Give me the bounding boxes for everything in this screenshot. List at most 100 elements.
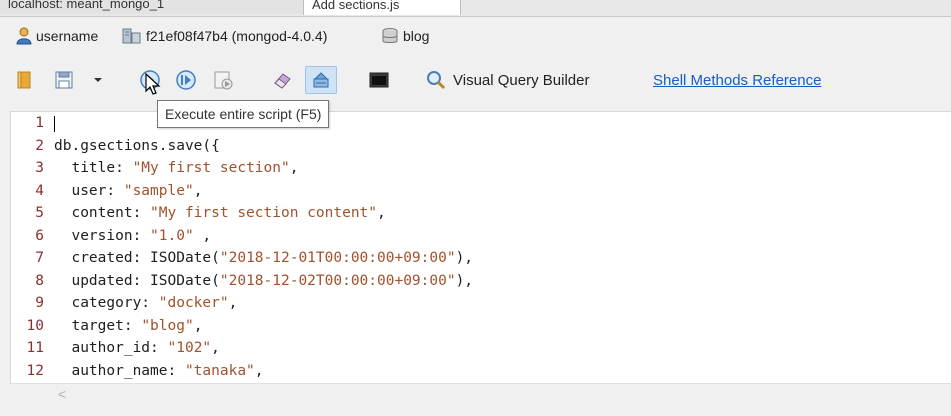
code-key: content: <box>54 205 151 221</box>
code-string: "docker" <box>158 295 229 311</box>
execute-script-tooltip: Execute entire script (F5) <box>157 100 330 128</box>
magnifier-icon <box>427 71 446 90</box>
line-number: 5 <box>35 205 44 221</box>
code-string: "sample" <box>123 182 194 199</box>
mouse-pointer-icon <box>145 73 161 95</box>
line-number: 2 <box>35 137 44 154</box>
code-tail: , <box>193 182 203 199</box>
line-number: 10 <box>26 317 44 334</box>
open-button[interactable] <box>12 66 38 94</box>
code-key: user: <box>54 182 124 199</box>
code-key: updated: ISODate( <box>54 272 220 289</box>
open-folder-icon <box>17 71 31 89</box>
code-line: 7 created: ISODate("2018-12-01T00:00:00+… <box>11 247 951 270</box>
tab-script[interactable]: Add sections.js <box>303 0 461 15</box>
connection-host: f21ef08f47b4 (mongod-4.0.4) <box>122 26 327 46</box>
code-text: title: "My first section", <box>54 157 298 180</box>
code-text: version: "1.0" , <box>54 225 211 248</box>
code-line: 1 <box>11 112 951 135</box>
text-caret <box>54 116 55 132</box>
code-text: updated: ISODate("2018-12-02T00:00:00+09… <box>54 270 473 293</box>
toolbar: Visual Query Builder Shell Methods Refer… <box>0 58 951 102</box>
code-string: "2018-12-01T00:00:00+09:00" <box>219 250 456 266</box>
open-shell-button[interactable] <box>365 66 393 94</box>
code-text: category: "docker", <box>54 292 237 315</box>
code-string: "tanaka" <box>184 362 255 379</box>
code-line: 6 version: "1.0" , <box>11 225 951 248</box>
code-tail: , <box>193 317 203 334</box>
code-tail: , <box>254 362 264 379</box>
execute-current-statement-button[interactable] <box>172 66 200 94</box>
code-line: 12 author_name: "tanaka", <box>11 360 951 383</box>
code-key: title: <box>54 160 133 176</box>
connection-bar: username f21ef08f47b4 (mongod-4.0.4) blo… <box>0 17 951 55</box>
code-string: "1.0" <box>150 227 194 244</box>
code-line: 9 category: "docker", <box>11 292 951 315</box>
tab-connection[interactable]: localhost: meant_mongo_1 <box>0 0 317 14</box>
code-key: version: <box>54 227 151 244</box>
step-through-button[interactable] <box>209 66 237 94</box>
step-icon <box>214 71 233 90</box>
tab-strip: localhost: meant_mongo_1 Add sections.js <box>0 0 951 17</box>
line-number: 12 <box>26 362 44 379</box>
shell-icon <box>369 72 389 88</box>
line-number: 8 <box>35 272 44 289</box>
line-number: 6 <box>35 227 44 244</box>
code-line: 4 user: "sample", <box>11 180 951 203</box>
code-line: 5 content: "My first section content", <box>11 202 951 225</box>
code-tail: , <box>211 340 220 356</box>
scroll-left-arrow-icon[interactable]: < <box>58 386 66 402</box>
line-number: 4 <box>35 182 44 199</box>
visual-query-builder-label: Visual Query Builder <box>453 71 590 89</box>
save-icon <box>55 71 73 89</box>
connection-host-label: f21ef08f47b4 (mongod-4.0.4) <box>146 28 328 44</box>
toggle-results-button[interactable] <box>305 66 337 94</box>
code-key: author_name: <box>54 362 185 379</box>
user-icon <box>16 27 32 45</box>
code-key: category: <box>54 295 159 311</box>
code-key: created: ISODate( <box>54 250 220 266</box>
code-text: author_id: "102", <box>54 337 220 360</box>
code-line: 11 author_id: "102", <box>11 337 951 360</box>
code-key: target: <box>54 317 142 334</box>
code-line: 10 target: "blog", <box>11 315 951 338</box>
line-number: 1 <box>35 115 44 131</box>
code-line: 8 updated: ISODate("2018-12-02T00:00:00+… <box>11 270 951 293</box>
save-options-dropdown[interactable] <box>88 66 108 94</box>
code-text: user: "sample", <box>54 180 202 203</box>
code-line: 3 title: "My first section", <box>11 157 951 180</box>
code-line: 2 db.gsections.save({ <box>11 135 951 158</box>
code-tail: , <box>228 295 238 311</box>
connection-user-label: username <box>36 28 99 44</box>
code-tail: , <box>193 227 212 244</box>
stop-icon <box>313 72 329 88</box>
code-tail: ), <box>455 272 474 289</box>
run-line-icon <box>176 70 196 90</box>
code-text: created: ISODate("2018-12-01T00:00:00+09… <box>54 247 473 270</box>
shell-methods-reference-link[interactable]: Shell Methods Reference <box>653 72 821 89</box>
database-icon <box>382 28 398 43</box>
code-tail: , <box>289 160 299 176</box>
server-icon <box>122 28 141 44</box>
code-key: author_id: <box>54 340 168 356</box>
code-string: "102" <box>167 340 212 356</box>
line-number: 7 <box>35 250 44 266</box>
connection-database: blog <box>381 26 429 46</box>
visual-query-builder-button[interactable]: Visual Query Builder <box>425 66 589 94</box>
code-string: "My first section content" <box>150 205 378 221</box>
code-text: author_name: "tanaka", <box>54 360 264 383</box>
script-editor[interactable]: 1 2 db.gsections.save({3 title: "My first … <box>10 111 951 385</box>
code-tail: , <box>377 205 386 221</box>
code-text: content: "My first section content", <box>54 202 386 225</box>
connection-user: username <box>16 26 98 46</box>
code-string: "2018-12-02T00:00:00+09:00" <box>219 272 456 289</box>
line-number: 3 <box>35 160 44 176</box>
code-tail: ), <box>455 250 474 266</box>
line-number: 9 <box>35 295 44 311</box>
clear-editor-button[interactable] <box>268 66 296 94</box>
horizontal-scrollbar[interactable]: < <box>10 383 951 404</box>
line-number: 11 <box>26 340 44 356</box>
code-text: db.gsections.save({ <box>54 135 220 158</box>
save-button[interactable] <box>50 66 78 94</box>
code-plain: db.gsections.save({ <box>54 137 220 154</box>
